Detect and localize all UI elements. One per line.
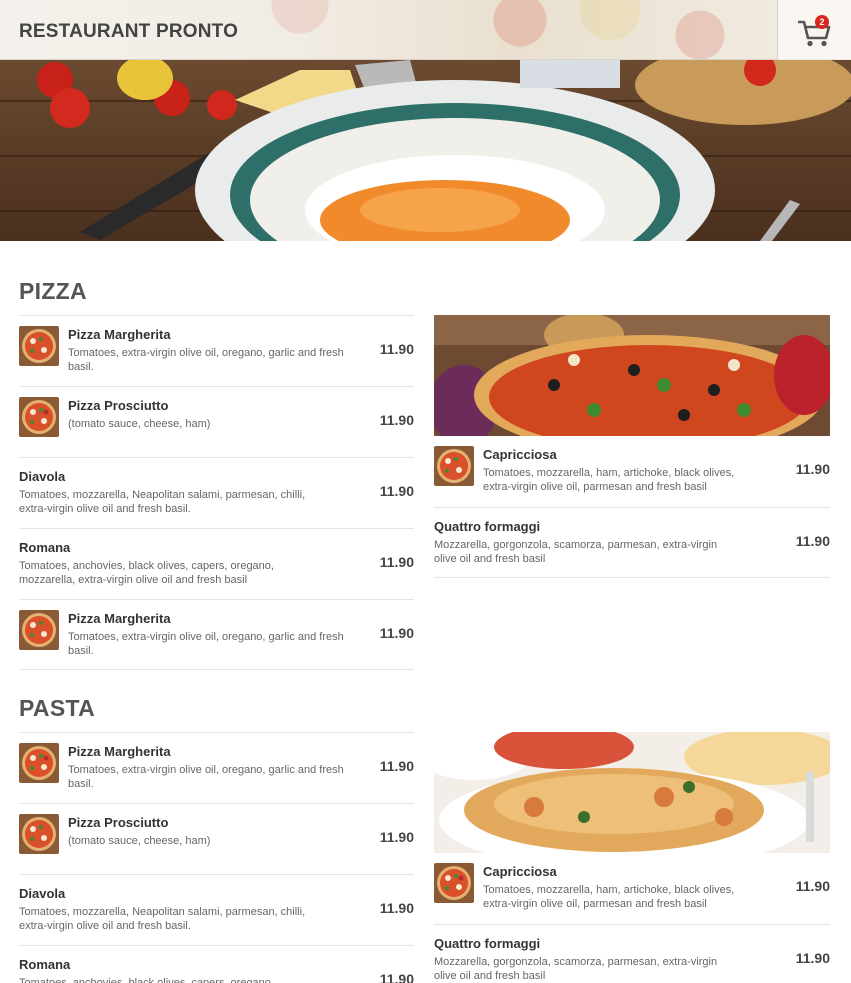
menu-item[interactable]: Pizza Margherita Tomatoes, extra-virgin o… — [19, 732, 414, 803]
pizza-section-photo — [434, 315, 830, 436]
menu-item-description: Tomatoes, mozzarella, Neapolitan salami,… — [19, 906, 306, 932]
menu-item-name: Capricciosa — [483, 447, 557, 462]
menu-item[interactable]: Quattro formaggi Mozzarella, gorgonzola, … — [434, 507, 830, 578]
menu-item[interactable]: Pizza Prosciutto (tomato sauce, cheese, h… — [19, 803, 414, 874]
menu-item[interactable]: Romana Tomatoes, anchovies, black olives,… — [19, 528, 414, 599]
menu-item[interactable]: Quattro formaggi Mozzarella, gorgonzola, … — [434, 924, 830, 983]
hero-banner-image — [0, 60, 851, 241]
restaurant-logo-title[interactable]: RESTAURANT PRONTO — [19, 21, 238, 43]
menu-item[interactable]: Pizza Prosciutto (tomato sauce, cheese, h… — [19, 386, 414, 457]
menu-item-name: Pizza Margherita — [68, 327, 171, 342]
menu-item-price: 11.90 — [379, 758, 414, 774]
menu-item-description: Tomatoes, anchovies, black olives, caper… — [19, 560, 274, 586]
menu-item-name: Diavola — [19, 469, 66, 484]
menu-item-name: Pizza Margherita — [68, 744, 171, 759]
menu-item-price: 11.90 — [379, 625, 414, 641]
menu-item-description: Tomatoes, mozzarella, ham, artichoke, bl… — [483, 884, 735, 910]
menu-item-price: 11.90 — [795, 461, 830, 477]
pasta-section-photo — [434, 732, 830, 853]
menu-item-description: (tomato sauce, cheese, ham) — [68, 418, 211, 430]
cart-button[interactable]: 2 — [777, 0, 851, 60]
menu-item-price: 11.90 — [379, 900, 414, 916]
cart-count-badge: 2 — [815, 15, 829, 29]
menu-item-thumbnail — [434, 446, 474, 486]
menu-item-thumbnail — [19, 743, 59, 783]
menu-item-name: Quattro formaggi — [434, 936, 541, 951]
menu-item-description: Tomatoes, mozzarella, Neapolitan salami,… — [19, 489, 306, 515]
menu-item-name: Pizza Prosciutto — [68, 815, 169, 830]
menu-item[interactable]: Capricciosa Tomatoes, mozzarella, ham, ar… — [434, 853, 830, 924]
menu-item-name: Diavola — [19, 886, 66, 901]
menu-item-description: Tomatoes, extra-virgin olive oil, oregan… — [68, 347, 344, 373]
section-title-pizza: PIZZA — [19, 278, 87, 304]
menu-item-price: 11.90 — [795, 950, 830, 966]
menu-item-description: Tomatoes, extra-virgin olive oil, oregan… — [68, 764, 344, 790]
menu-item-thumbnail — [19, 610, 59, 650]
menu-item-name: Capricciosa — [483, 864, 557, 879]
menu-item-thumbnail — [19, 814, 59, 854]
menu-item[interactable]: Romana Tomatoes, anchovies, black olives,… — [19, 945, 414, 983]
menu-item-name: Romana — [19, 540, 71, 555]
menu-item-price: 11.90 — [379, 341, 414, 357]
menu-item[interactable]: Pizza Margherita Tomatoes, extra-virgin o… — [19, 599, 414, 670]
menu-item-description: Tomatoes, mozzarella, ham, artichoke, bl… — [483, 467, 735, 493]
menu-item-thumbnail — [19, 326, 59, 366]
menu-item-price: 11.90 — [379, 554, 414, 570]
menu-item-name: Romana — [19, 957, 71, 972]
menu-item-thumbnail — [19, 397, 59, 437]
menu-item-name: Quattro formaggi — [434, 519, 541, 534]
menu-item-description: Tomatoes, extra-virgin olive oil, oregan… — [68, 631, 344, 657]
menu-item-price: 11.90 — [795, 878, 830, 894]
menu-item-name: Pizza Margherita — [68, 611, 171, 626]
menu-item-price: 11.90 — [379, 971, 414, 983]
menu-item-thumbnail — [434, 863, 474, 903]
menu-item-description: (tomato sauce, cheese, ham) — [68, 835, 211, 847]
menu-item-description: Mozzarella, gorgonzola, scamorza, parmes… — [434, 539, 718, 565]
section-title-pasta: PASTA — [19, 695, 96, 721]
menu-item[interactable]: Diavola Tomatoes, mozzarella, Neapolitan … — [19, 457, 414, 528]
menu-item-name: Pizza Prosciutto — [68, 398, 169, 413]
menu-item-price: 11.90 — [795, 533, 830, 549]
menu-item-description: Mozzarella, gorgonzola, scamorza, parmes… — [434, 956, 718, 982]
menu-item-price: 11.90 — [379, 829, 414, 845]
menu-item[interactable]: Diavola Tomatoes, mozzarella, Neapolitan … — [19, 874, 414, 945]
menu-item-price: 11.90 — [379, 483, 414, 499]
menu-item[interactable]: Pizza Margherita Tomatoes, extra-virgin o… — [19, 315, 414, 386]
menu-item[interactable]: Capricciosa Tomatoes, mozzarella, ham, ar… — [434, 436, 830, 507]
menu-item-price: 11.90 — [379, 412, 414, 428]
header-bar: RESTAURANT PRONTO 2 — [0, 0, 851, 60]
menu-item-description: Tomatoes, anchovies, black olives, caper… — [19, 977, 274, 983]
